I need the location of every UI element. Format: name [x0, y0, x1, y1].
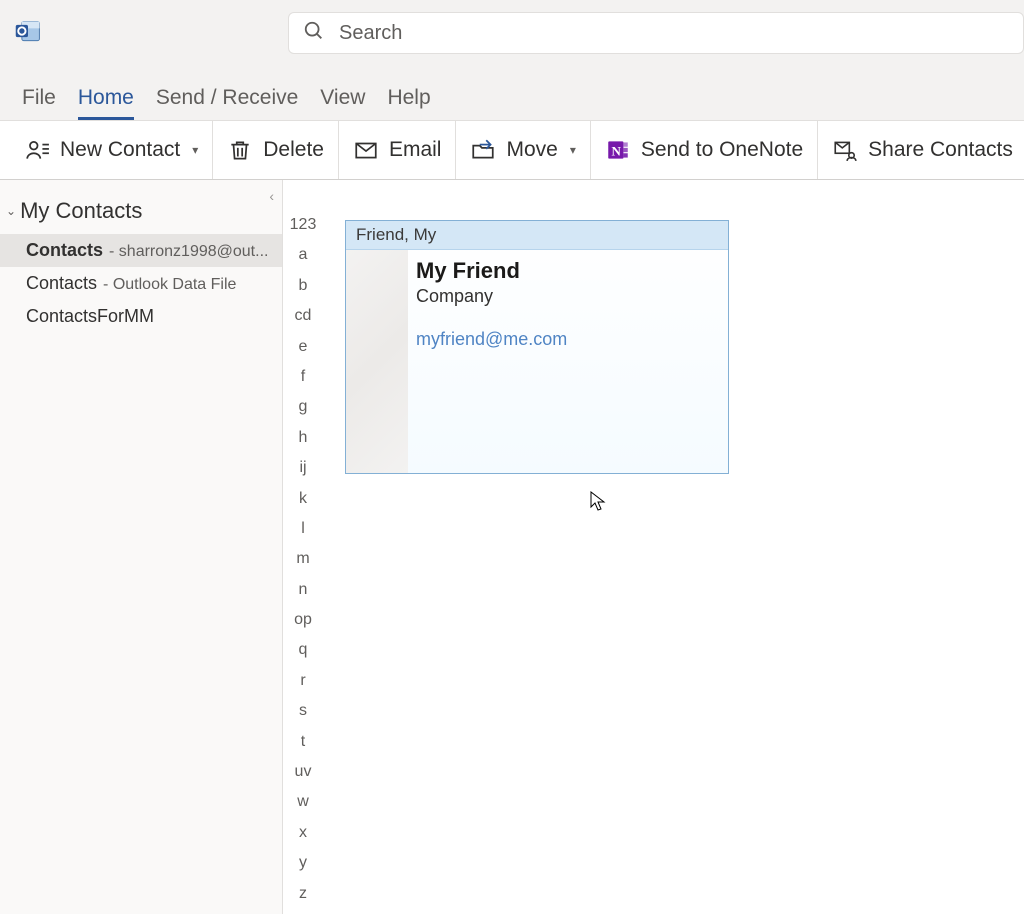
contacts-pane: Friend, My My Friend Company myfriend@me… [323, 180, 1024, 914]
delete-label: Delete [263, 138, 324, 162]
navigation-sidebar: ‹ ⌄ My Contacts Contacts - sharronz1998@… [0, 180, 283, 914]
main-area: ‹ ⌄ My Contacts Contacts - sharronz1998@… [0, 180, 1024, 914]
onenote-icon: N [605, 137, 631, 163]
email-label: Email [389, 138, 442, 162]
alpha-index-item[interactable]: f [301, 366, 305, 388]
alpha-index-item[interactable]: x [299, 822, 307, 844]
contact-card-details: My Friend Company myfriend@me.com [408, 250, 577, 473]
send-onenote-label: Send to OneNote [641, 138, 803, 162]
alpha-index-item[interactable]: l [301, 518, 305, 540]
svg-text:N: N [611, 143, 621, 158]
alpha-index-item[interactable]: h [299, 427, 308, 449]
contact-card[interactable]: Friend, My My Friend Company myfriend@me… [345, 220, 729, 474]
folder-label: ContactsForMM [26, 306, 154, 327]
title-bar [0, 0, 1024, 62]
folder-account: - sharronz1998@out... [109, 243, 268, 261]
sidebar-header-my-contacts[interactable]: ⌄ My Contacts [0, 180, 282, 234]
menu-tabs: File Home Send / Receive View Help [0, 62, 1024, 120]
sidebar-header-label: My Contacts [20, 198, 142, 224]
new-contact-button[interactable]: New Contact ▾ [24, 137, 198, 163]
global-search[interactable] [288, 12, 1024, 54]
contact-company: Company [416, 286, 567, 307]
move-folder-icon [470, 137, 496, 163]
contact-email: myfriend@me.com [416, 329, 567, 350]
share-contacts-button[interactable]: Share Contacts ▾ [832, 137, 1024, 163]
new-contact-icon [24, 137, 50, 163]
folder-label: Contacts [26, 240, 103, 261]
ribbon-toolbar: New Contact ▾ Delete Email [0, 120, 1024, 180]
folder-label: Contacts [26, 273, 97, 294]
alpha-index-item[interactable]: e [299, 336, 308, 358]
mail-icon [353, 137, 379, 163]
alphabet-index: 123 a b cd e f g h ij k l m n op q r s t… [283, 180, 323, 914]
contact-card-body: My Friend Company myfriend@me.com [346, 250, 728, 473]
menu-tab-view[interactable]: View [320, 86, 365, 120]
trash-icon [227, 137, 253, 163]
alpha-index-item[interactable]: w [297, 791, 309, 813]
folder-account: - Outlook Data File [103, 276, 236, 294]
new-contact-label: New Contact [60, 138, 180, 162]
sidebar-collapse-button[interactable]: ‹ [269, 188, 274, 204]
alpha-index-item[interactable]: op [294, 609, 312, 631]
send-onenote-button[interactable]: N Send to OneNote [605, 137, 803, 163]
folder-list: Contacts - sharronz1998@out... Contacts … [0, 234, 282, 333]
folder-item-contacts-account[interactable]: Contacts - sharronz1998@out... [0, 234, 282, 267]
search-input[interactable] [339, 22, 1009, 45]
alpha-index-item[interactable]: cd [295, 305, 312, 327]
alpha-index-item[interactable]: y [299, 852, 307, 874]
outlook-app-icon [14, 17, 42, 45]
email-button[interactable]: Email [353, 137, 442, 163]
share-contacts-icon [832, 137, 858, 163]
alpha-index-item[interactable]: 123 [290, 214, 317, 236]
chevron-down-icon: ▾ [192, 143, 198, 157]
menu-tab-send-receive[interactable]: Send / Receive [156, 86, 298, 120]
alpha-index-item[interactable]: r [300, 670, 305, 692]
chevron-down-icon: ⌄ [6, 204, 16, 218]
share-contacts-label: Share Contacts [868, 138, 1013, 162]
alpha-index-item[interactable]: s [299, 700, 307, 722]
search-icon [303, 20, 325, 46]
alpha-index-item[interactable]: uv [295, 761, 312, 783]
alpha-index-item[interactable]: b [299, 275, 308, 297]
contact-avatar-placeholder [346, 250, 408, 473]
alpha-index-item[interactable]: k [299, 488, 307, 510]
contact-card-header: Friend, My [346, 221, 728, 250]
chevron-down-icon: ▾ [570, 143, 576, 157]
delete-button[interactable]: Delete [227, 137, 324, 163]
contact-display-name: My Friend [416, 258, 567, 284]
move-button[interactable]: Move ▾ [470, 137, 575, 163]
alpha-index-item[interactable]: ij [299, 457, 306, 479]
folder-item-contacts-datafile[interactable]: Contacts - Outlook Data File [0, 267, 282, 300]
move-label: Move [506, 138, 557, 162]
cursor-icon [590, 491, 606, 515]
folder-item-contacts-for-mm[interactable]: ContactsForMM [0, 300, 282, 333]
alpha-index-item[interactable]: n [299, 579, 308, 601]
alpha-index-item[interactable]: m [296, 548, 309, 570]
alpha-index-item[interactable]: a [299, 244, 308, 266]
menu-tab-help[interactable]: Help [387, 86, 430, 120]
alpha-index-item[interactable]: z [299, 883, 307, 905]
menu-tab-home[interactable]: Home [78, 86, 134, 120]
alpha-index-item[interactable]: q [299, 639, 308, 661]
menu-tab-file[interactable]: File [22, 86, 56, 120]
alpha-index-item[interactable]: g [299, 396, 308, 418]
alpha-index-item[interactable]: t [301, 731, 305, 753]
